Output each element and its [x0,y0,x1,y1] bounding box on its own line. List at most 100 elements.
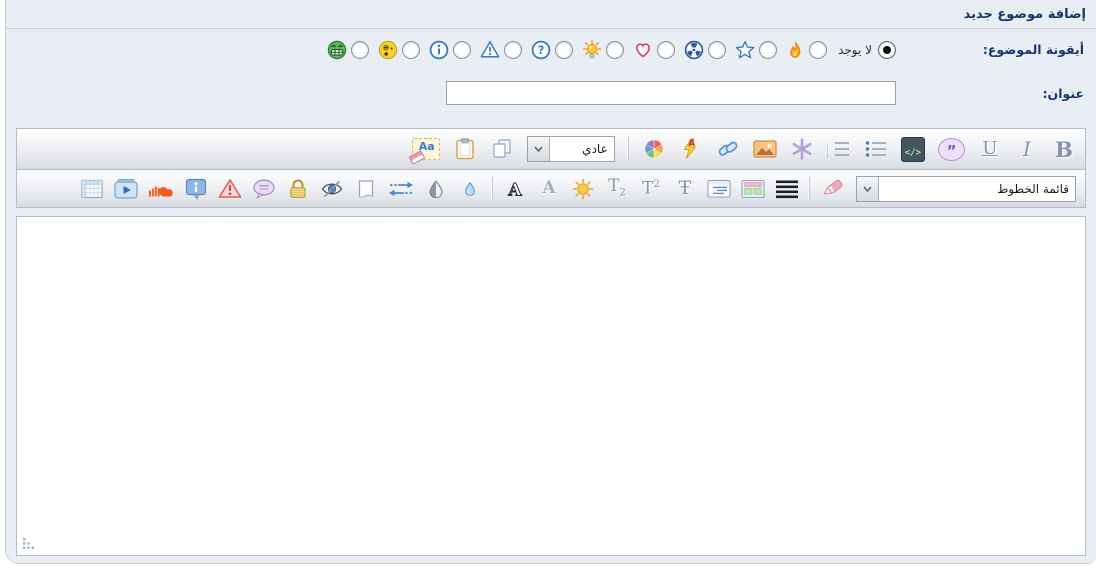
code-icon: </> [901,137,925,162]
copy-button[interactable] [490,135,514,163]
opacity-droplet-icon [425,179,447,199]
grin-smiley-icon [327,40,347,60]
page-curl-button[interactable] [354,175,378,203]
subscript-icon: T2 [608,178,626,198]
topic-icon-radio-star[interactable] [759,41,777,59]
insert-image-button[interactable] [753,135,777,163]
comment-button[interactable] [252,175,276,203]
topic-icon-radio-grin[interactable] [351,41,369,59]
font-color-button[interactable] [642,135,666,163]
topic-icon-label: أيقونة الموضوع: [896,42,1096,57]
editor-content[interactable] [16,216,1086,556]
title-row: عنوان: [6,70,1096,116]
topic-icon-radio-none[interactable] [878,41,896,59]
remove-format-icon: Aa [412,138,440,160]
wink-smiley-icon [378,40,398,60]
text-glow-button[interactable]: A [679,135,703,163]
font-family-select-arrow[interactable] [857,177,879,201]
topic-icon-option-heart[interactable] [633,40,675,59]
topic-icon-radio-radiation[interactable] [708,41,726,59]
panel-header: إضافة موضوع جديد [6,0,1096,29]
topic-icon-option-info[interactable] [429,40,471,60]
table-button[interactable] [80,175,104,203]
bold-icon: B [1055,139,1073,160]
text-direction-button[interactable] [388,175,414,203]
opacity-droplet-button[interactable] [424,175,448,203]
topic-icon-radio-question[interactable] [555,41,573,59]
code-button[interactable]: </> [901,135,925,163]
table-icon [81,179,103,199]
layout-template-button[interactable] [741,175,765,203]
topic-icon-option-flame[interactable] [786,40,827,60]
quote-button[interactable]: ” [938,135,965,163]
soundcloud-button[interactable] [148,175,174,203]
ordered-list-icon: 123 [827,139,851,159]
paragraph-box-icon [707,179,731,199]
topic-icon-radio-wink[interactable] [402,41,420,59]
underline-button[interactable]: U [978,135,1002,163]
lock-content-button[interactable] [286,175,310,203]
highlighter-button[interactable] [820,175,846,203]
resize-grip[interactable] [23,538,35,550]
toolbar-separator [809,177,810,201]
toolbar-separator [492,177,493,201]
outline-letter-icon: A [505,179,525,199]
paragraph-box-button[interactable] [707,175,731,203]
topic-icon-option-warning[interactable] [480,40,522,59]
underline-icon: U [982,140,997,158]
font-size-select[interactable]: عادي [527,136,615,162]
strikethrough-icon: Ŧ [679,179,692,198]
hidden-text-button[interactable] [320,175,344,203]
ordered-list-button[interactable]: 123 [827,135,851,163]
topic-icon-option-star[interactable] [735,40,777,60]
editor-toolbar: B I U ” </> 123 A عادي Aa [16,128,1086,208]
justify-icon [775,179,799,199]
topic-icon-option-lightbulb[interactable] [582,40,624,60]
strikethrough-button[interactable]: Ŧ [673,175,697,203]
new-topic-panel: إضافة موضوع جديد أيقونة الموضوع: لا يوجد [5,0,1096,564]
warning-triangle-icon [480,40,500,59]
topic-icon-radio-warning[interactable] [504,41,522,59]
warning-box-button[interactable] [218,175,242,203]
subscript-button[interactable]: T2 [605,175,629,203]
outline-letter-button[interactable]: A [503,175,527,203]
topic-icon-radio-info[interactable] [453,41,471,59]
font-size-select-arrow[interactable] [528,137,550,161]
color-droplet-icon [460,179,480,199]
svg-text:?: ? [538,43,545,57]
lightbulb-icon [582,40,602,60]
title-input[interactable] [446,81,896,105]
info-box-button[interactable] [184,175,208,203]
superscript-button[interactable]: T2 [639,175,663,203]
asterisk-button[interactable] [790,135,814,163]
italic-button[interactable]: I [1015,135,1039,163]
topic-icon-option-grin[interactable] [327,40,369,60]
paste-button[interactable] [453,135,477,163]
insert-link-button[interactable] [716,135,740,163]
topic-icon-option-wink[interactable] [378,40,420,60]
topic-icon-option-question[interactable]: ? [531,40,573,60]
unordered-list-button[interactable] [864,135,888,163]
topic-icon-option-radiation[interactable] [684,40,726,60]
justify-button[interactable] [775,175,799,203]
topic-icon-option-none[interactable]: لا يوجد [836,41,896,59]
remove-format-button[interactable]: Aa [412,135,440,163]
color-wheel-icon [642,139,666,159]
title-label: عنوان: [896,86,1096,101]
quote-icon: ” [938,138,965,161]
shadow-letter-button[interactable]: A [537,175,561,203]
font-family-select[interactable]: قائمة الخطوط [856,176,1076,202]
copy-icon [490,139,514,159]
bold-button[interactable]: B [1052,135,1076,163]
topic-icon-radio-lightbulb[interactable] [606,41,624,59]
topic-icon-radio-heart[interactable] [657,41,675,59]
topic-icon-radio-flame[interactable] [809,41,827,59]
color-droplet-button[interactable] [458,175,482,203]
asterisk-icon [791,138,813,160]
video-button[interactable] [114,175,138,203]
sun-glow-button[interactable] [571,175,595,203]
eye-slash-icon [320,179,344,199]
lock-icon [287,178,309,200]
question-circle-icon: ? [531,40,551,60]
warning-red-icon [218,178,242,199]
